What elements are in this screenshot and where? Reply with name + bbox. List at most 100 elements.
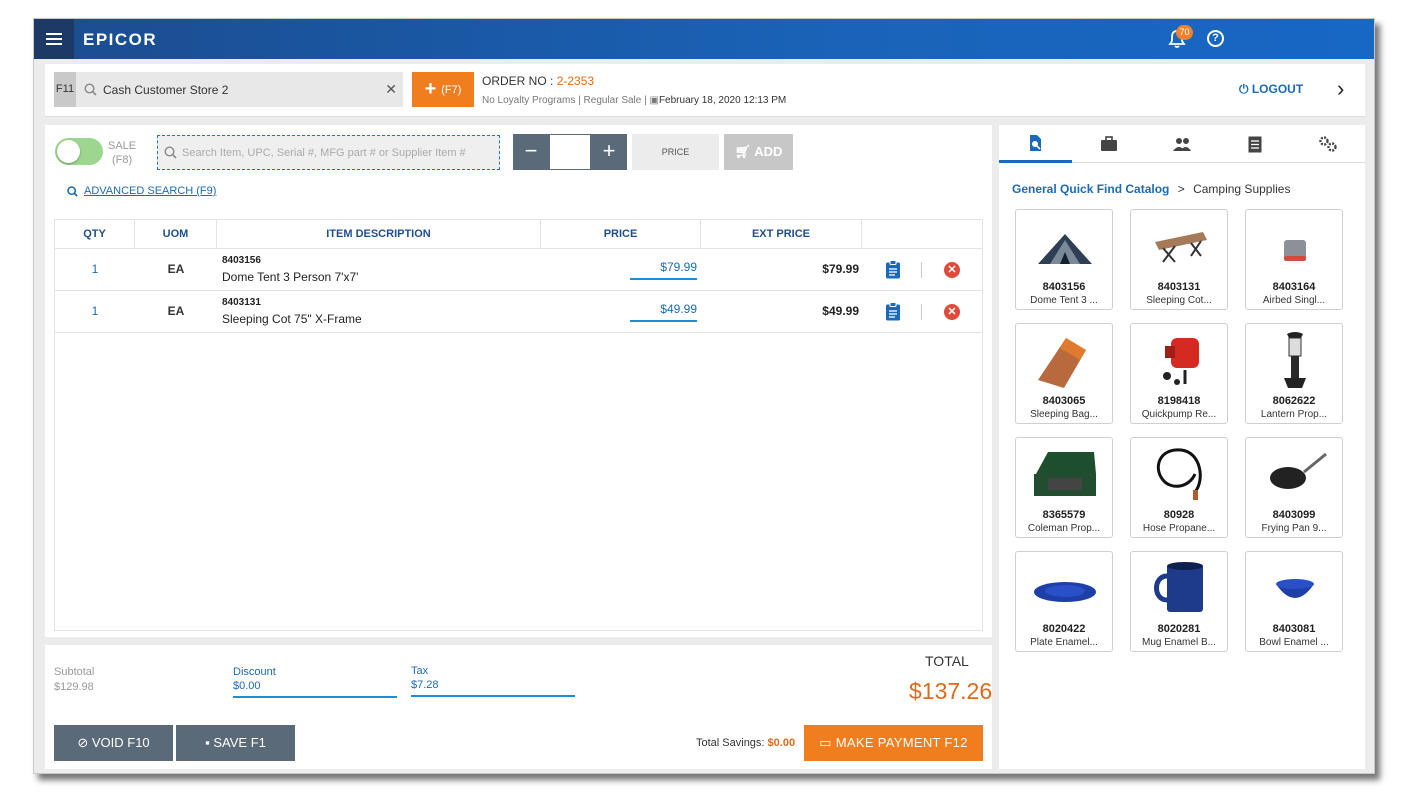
add-customer-button[interactable]: + (F7) <box>412 72 474 107</box>
tax-label: Tax <box>411 665 429 677</box>
item-code: 8403156 <box>1042 281 1086 293</box>
list-icon <box>1248 136 1261 152</box>
col-ext-price[interactable]: EXT PRICE <box>701 220 862 249</box>
void-button[interactable]: ⊘ VOID F10 <box>54 725 173 761</box>
customer-search-value: Cash Customer Store 2 <box>103 82 229 97</box>
clipboard-icon[interactable] <box>885 260 901 279</box>
catalog-item-tile[interactable]: 8365579 Coleman Prop... <box>1015 437 1113 538</box>
save-button[interactable]: ▪ SAVE F1 <box>176 725 295 761</box>
row-divider <box>921 262 922 278</box>
col-uom[interactable]: UOM <box>135 220 217 249</box>
catalog-item-tile[interactable]: 8403156 Dome Tent 3 ... <box>1015 209 1113 310</box>
qty-input[interactable] <box>549 134 591 170</box>
row-qty[interactable]: 1 <box>55 304 135 318</box>
item-name: Sleeping Bag... <box>1030 409 1098 420</box>
logout-button[interactable]: ⏻ LOGOUT <box>1239 82 1303 97</box>
pump-icon <box>1163 338 1199 385</box>
sale-type-text: Regular Sale <box>583 95 642 106</box>
item-search-input[interactable] <box>182 146 482 159</box>
search-icon <box>164 146 177 159</box>
row-price-field[interactable]: $79.99 <box>630 260 697 280</box>
item-code: 8198418 <box>1157 395 1201 407</box>
void-label: VOID F10 <box>91 735 150 750</box>
catalog-item-tile[interactable]: 8062622 Lantern Prop... <box>1245 323 1343 424</box>
order-no-value: 2-2353 <box>556 74 595 88</box>
row-uom: EA <box>167 304 185 318</box>
add-item-button[interactable]: 🛒︎ ADD <box>724 134 793 170</box>
void-icon: ⊘ <box>77 735 89 750</box>
order-date: February 18, 2020 12:13 PM <box>658 95 787 106</box>
price-button[interactable]: PRICE <box>632 134 719 170</box>
tent-icon <box>1038 234 1092 264</box>
catalog-item-tile[interactable]: 8403081 Bowl Enamel ... <box>1245 551 1343 652</box>
search-icon <box>84 83 97 96</box>
table-row[interactable]: 1 EA 8403131 Sleeping Cot 75" X-Frame $4… <box>55 291 982 333</box>
catalog-panel: General Quick Find Catalog > Camping Sup… <box>999 125 1365 769</box>
item-name: Mug Enamel B... <box>1142 637 1216 648</box>
sale-toggle[interactable] <box>55 138 103 165</box>
catalog-item-tile[interactable]: 8403099 Frying Pan 9... <box>1245 437 1343 538</box>
table-row[interactable]: 1 EA 8403156 Dome Tent 3 Person 7'x7' $7… <box>55 249 982 291</box>
discount-field[interactable]: $0.00 <box>233 680 397 698</box>
tab-customers[interactable] <box>1145 125 1218 163</box>
qty-decrement-button[interactable]: − <box>513 134 549 170</box>
menu-button[interactable] <box>34 19 74 59</box>
catalog-item-tile[interactable]: 8020422 Plate Enamel... <box>1015 551 1113 652</box>
catalog-item-tile[interactable]: 8020281 Mug Enamel B... <box>1130 551 1228 652</box>
catalog-item-tile[interactable]: 8403164 Airbed Singl... <box>1245 209 1343 310</box>
catalog-breadcrumb: General Quick Find Catalog > Camping Sup… <box>1012 182 1290 196</box>
row-ext-price: $49.99 <box>822 304 859 318</box>
item-name: Lantern Prop... <box>1260 409 1328 420</box>
remove-item-icon[interactable]: ✕ <box>944 262 960 278</box>
row-price-field[interactable]: $49.99 <box>630 302 697 322</box>
calendar-icon: ▣ <box>649 95 659 106</box>
item-code: 8020281 <box>1157 623 1201 635</box>
remove-item-icon[interactable]: ✕ <box>944 304 960 320</box>
item-name: Sleeping Cot... <box>1146 295 1212 306</box>
sale-key-text: (F8) <box>111 154 133 166</box>
row-item-description: Dome Tent 3 Person 7'x7' <box>222 270 359 284</box>
advanced-search-link[interactable]: ADVANCED SEARCH (F9) <box>67 185 216 197</box>
make-payment-button[interactable]: ▭ MAKE PAYMENT F12 <box>804 725 983 761</box>
loyalty-text: No Loyalty Programs <box>482 95 576 106</box>
breadcrumb-root-link[interactable]: General Quick Find Catalog <box>1012 182 1169 196</box>
epicor-logo: EPICOR <box>83 30 158 49</box>
col-price[interactable]: PRICE <box>541 220 701 249</box>
clipboard-icon[interactable] <box>885 302 901 321</box>
tab-briefcase[interactable] <box>1072 125 1145 163</box>
lantern-icon <box>1284 332 1306 388</box>
sleeping-bag-icon <box>1038 338 1086 388</box>
tab-quick-find[interactable] <box>999 125 1072 163</box>
item-search-field[interactable] <box>157 135 500 170</box>
col-qty[interactable]: QTY <box>55 220 135 249</box>
pos-window: EPICOR 70 ? F11 Cash Customer Store 2 ✕ … <box>33 18 1375 774</box>
qty-increment-button[interactable]: + <box>591 134 627 170</box>
catalog-item-tile[interactable]: 8198418 Quickpump Re... <box>1130 323 1228 424</box>
catalog-item-tile[interactable]: 8403065 Sleeping Bag... <box>1015 323 1113 424</box>
mug-icon <box>1154 562 1203 612</box>
app-header: EPICOR 70 ? <box>34 19 1374 59</box>
sale-label-text: SALE <box>108 140 137 152</box>
help-icon[interactable]: ? <box>1207 30 1224 47</box>
plate-icon <box>1034 582 1096 602</box>
tax-field[interactable]: $7.28 <box>411 679 575 697</box>
airbed-icon <box>1284 240 1306 261</box>
row-item-code: 8403156 <box>222 255 261 266</box>
customer-search-field[interactable]: Cash Customer Store 2 ✕ <box>76 72 403 107</box>
catalog-item-tile[interactable]: 8403131 Sleeping Cot... <box>1130 209 1228 310</box>
tab-settings[interactable] <box>1291 125 1364 163</box>
item-code: 8403065 <box>1042 395 1086 407</box>
catalog-item-tile[interactable]: 80928 Hose Propane... <box>1130 437 1228 538</box>
chevron-right-icon[interactable]: › <box>1337 76 1344 102</box>
item-code: 80928 <box>1163 509 1195 521</box>
power-icon: ⏻ <box>1239 82 1249 96</box>
clear-customer-icon[interactable]: ✕ <box>385 81 397 98</box>
row-qty[interactable]: 1 <box>55 262 135 276</box>
order-meta: No Loyalty Programs | Regular Sale | ▣Fe… <box>482 95 787 106</box>
settings-icon <box>1318 136 1337 152</box>
pan-icon <box>1270 452 1327 489</box>
tab-list[interactable] <box>1218 125 1291 163</box>
plus-icon: + <box>424 78 437 100</box>
add-label: ADD <box>754 144 783 159</box>
col-description[interactable]: ITEM DESCRIPTION <box>217 220 541 249</box>
